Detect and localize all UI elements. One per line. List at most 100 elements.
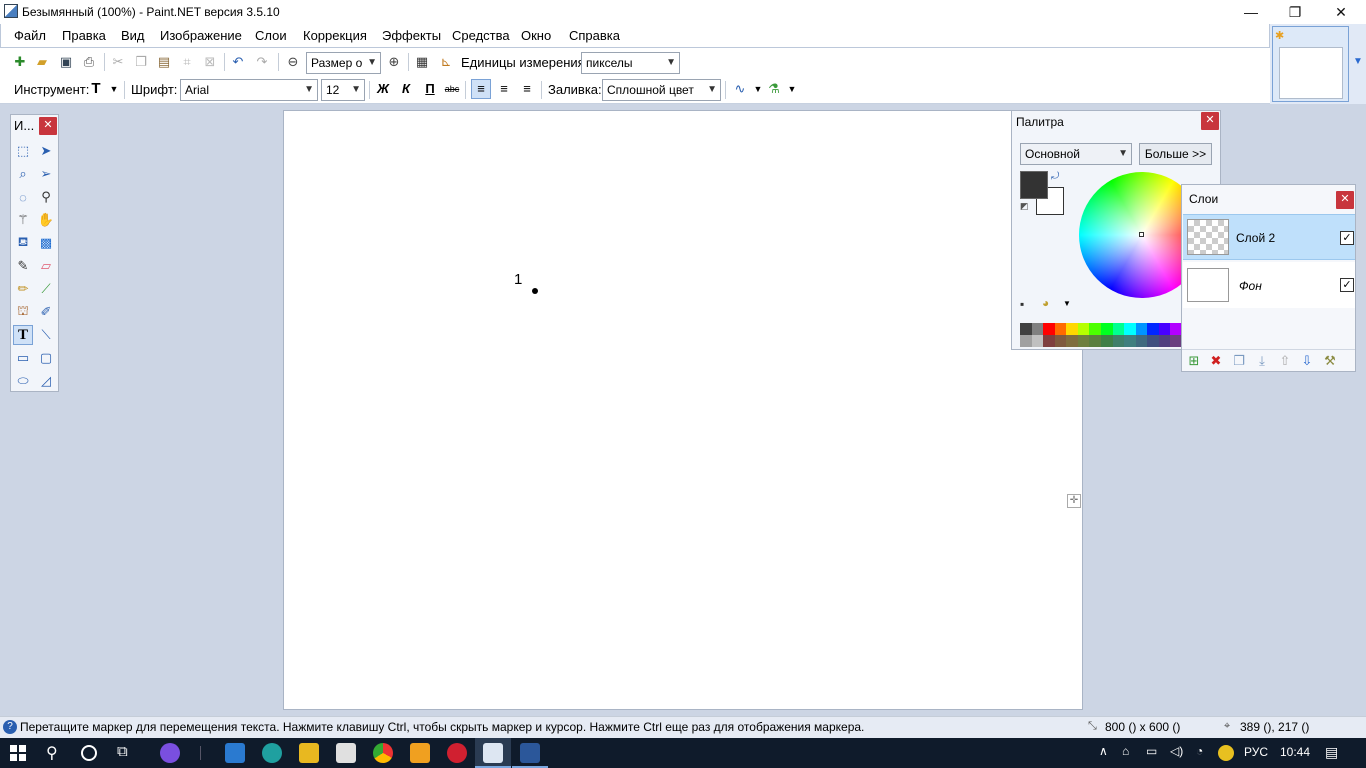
chevron-down-icon[interactable]: ▼ (784, 81, 800, 97)
menu-image[interactable]: Изображение (160, 28, 242, 43)
word-taskbar-button[interactable] (512, 738, 548, 768)
zoom-icon[interactable]: ⚲ (36, 187, 56, 207)
fill-combo[interactable]: Сплошной цвет ▼ (602, 79, 721, 101)
clone-stamp-icon[interactable]: ⛫ (13, 302, 33, 322)
pencil-icon[interactable]: ✏ (13, 279, 33, 299)
chevron-down-icon[interactable]: ▼ (750, 81, 766, 97)
chevron-down-icon[interactable]: ▼ (1063, 299, 1071, 308)
add-layer-icon[interactable]: ⊞ (1186, 353, 1202, 369)
close-icon[interactable]: ✕ (39, 117, 57, 135)
eraser-icon[interactable]: ▱ (36, 256, 56, 276)
font-combo[interactable]: Arial ▼ (180, 79, 318, 101)
align-center-icon[interactable]: ≡ (496, 81, 512, 97)
menu-effects[interactable]: Эффекты (382, 28, 441, 43)
print-icon[interactable]: ⎙ (81, 54, 97, 70)
chrome-icon[interactable] (373, 743, 393, 763)
reset-colors-icon[interactable]: ◩ (1020, 201, 1029, 212)
language-indicator[interactable]: РУС (1244, 745, 1268, 759)
add-color-icon[interactable]: ▪ (1020, 297, 1024, 311)
zoom-out-icon[interactable]: ⊖ (285, 54, 301, 70)
align-left-icon[interactable]: ≡ (471, 79, 491, 99)
merge-layer-icon[interactable]: ⤓ (1254, 353, 1270, 369)
volume-icon[interactable]: ◁) (1170, 744, 1183, 758)
canvas-text[interactable]: 1 (514, 271, 522, 288)
media-icon[interactable] (410, 743, 430, 763)
close-icon[interactable]: ✕ (1336, 191, 1354, 209)
rounded-rectangle-icon[interactable]: ▢ (36, 348, 56, 368)
chevron-down-icon[interactable]: ▼ (1353, 56, 1363, 67)
text-tool-icon[interactable]: T (88, 81, 104, 97)
clock[interactable]: 10:44 (1280, 745, 1310, 759)
start-icon[interactable] (10, 745, 26, 761)
align-right-icon[interactable]: ≡ (519, 81, 535, 97)
rectangle-icon[interactable]: ▭ (13, 348, 33, 368)
menu-help[interactable]: Справка (569, 28, 620, 43)
blend-mode-icon[interactable]: ⚗ (766, 81, 782, 97)
line-curve-icon[interactable]: ⟍ (36, 325, 56, 345)
paint-bucket-icon[interactable]: ⛾ (13, 233, 33, 253)
cut-icon[interactable]: ✂ (110, 54, 126, 70)
strikethrough-button[interactable]: abc (444, 81, 460, 97)
grid-icon[interactable]: ▦ (414, 54, 430, 70)
save-icon[interactable]: ▣ (58, 54, 74, 70)
search-icon[interactable]: ⚲ (46, 743, 58, 763)
alice-icon[interactable] (160, 743, 180, 763)
antialias-icon[interactable]: ∿ (732, 81, 748, 97)
layer-item[interactable]: Слой 2 ✓ (1183, 214, 1355, 260)
paintnet-taskbar-button[interactable] (475, 738, 511, 768)
tray-app-icon[interactable] (1218, 745, 1234, 761)
duplicate-layer-icon[interactable]: ❐ (1231, 353, 1247, 369)
layer-properties-icon[interactable]: ⚒ (1322, 353, 1338, 369)
recolor-icon[interactable]: ✐ (36, 302, 56, 322)
move-selected-icon[interactable]: ➤ (36, 141, 56, 161)
minimize-button[interactable]: — (1228, 0, 1274, 24)
lasso-icon[interactable]: ⌕ (13, 164, 33, 184)
color-picker-icon[interactable]: ⟋ (36, 279, 56, 299)
store-icon[interactable] (336, 743, 356, 763)
opera-icon[interactable] (447, 743, 467, 763)
more-button[interactable]: Больше >> (1139, 143, 1212, 165)
restore-button[interactable]: ❐ (1272, 0, 1318, 24)
paintbrush-icon[interactable]: ✎ (13, 256, 33, 276)
font-size-combo[interactable]: 12 ▼ (321, 79, 365, 101)
chevron-down-icon[interactable]: ▼ (106, 81, 122, 97)
primary-color-swatch[interactable] (1020, 171, 1048, 199)
move-layer-down-icon[interactable]: ⇩ (1299, 353, 1315, 369)
chevron-up-icon[interactable]: ∧ (1099, 744, 1108, 758)
paste-icon[interactable]: ▤ (156, 54, 172, 70)
text-icon[interactable]: T (13, 325, 33, 345)
ruler-icon[interactable]: ⊾ (438, 54, 454, 70)
battery-icon[interactable]: ▭ (1146, 744, 1157, 758)
bold-button[interactable]: Ж (375, 81, 391, 97)
mail-icon[interactable] (225, 743, 245, 763)
swap-colors-icon[interactable]: ⤾ (1051, 171, 1059, 182)
layer-visibility-checkbox[interactable]: ✓ (1340, 231, 1354, 245)
menu-edit[interactable]: Правка (62, 28, 106, 43)
open-folder-icon[interactable]: ▰ (34, 54, 50, 70)
palette-mode-combo[interactable]: Основной ▼ (1020, 143, 1132, 165)
italic-button[interactable]: К (398, 81, 414, 97)
close-icon[interactable]: ✕ (1201, 112, 1219, 130)
copy-icon[interactable]: ❐ (133, 54, 149, 70)
menu-layers[interactable]: Слои (255, 28, 287, 43)
menu-adjustments[interactable]: Коррекция (303, 28, 367, 43)
rect-select-icon[interactable]: ⬚ (13, 141, 33, 161)
deselect-icon[interactable]: ⊠ (202, 54, 218, 70)
edge-icon[interactable] (262, 743, 282, 763)
drawing-canvas[interactable]: 1 ✛ (283, 110, 1083, 710)
magic-wand-icon[interactable]: ⚚ (13, 210, 33, 230)
delete-layer-icon[interactable]: ✖ (1208, 353, 1224, 369)
notifications-icon[interactable]: ▤ (1325, 744, 1338, 761)
image-thumbnail[interactable]: ✱ (1272, 26, 1349, 102)
zoom-combo[interactable]: Размер о ▼ (306, 52, 381, 74)
redo-icon[interactable]: ↷ (254, 54, 270, 70)
explorer-icon[interactable] (299, 743, 319, 763)
undo-icon[interactable]: ↶ (230, 54, 246, 70)
network-icon[interactable]: ⌂ (1122, 744, 1129, 758)
ellipse-icon[interactable]: ⬭ (13, 371, 33, 391)
gradient-icon[interactable]: ▩ (36, 233, 56, 253)
color-wheel-cursor[interactable] (1139, 232, 1144, 237)
move-layer-up-icon[interactable]: ⇧ (1277, 353, 1293, 369)
menu-window[interactable]: Окно (521, 28, 551, 43)
menu-utilities[interactable]: Средства (452, 28, 510, 43)
